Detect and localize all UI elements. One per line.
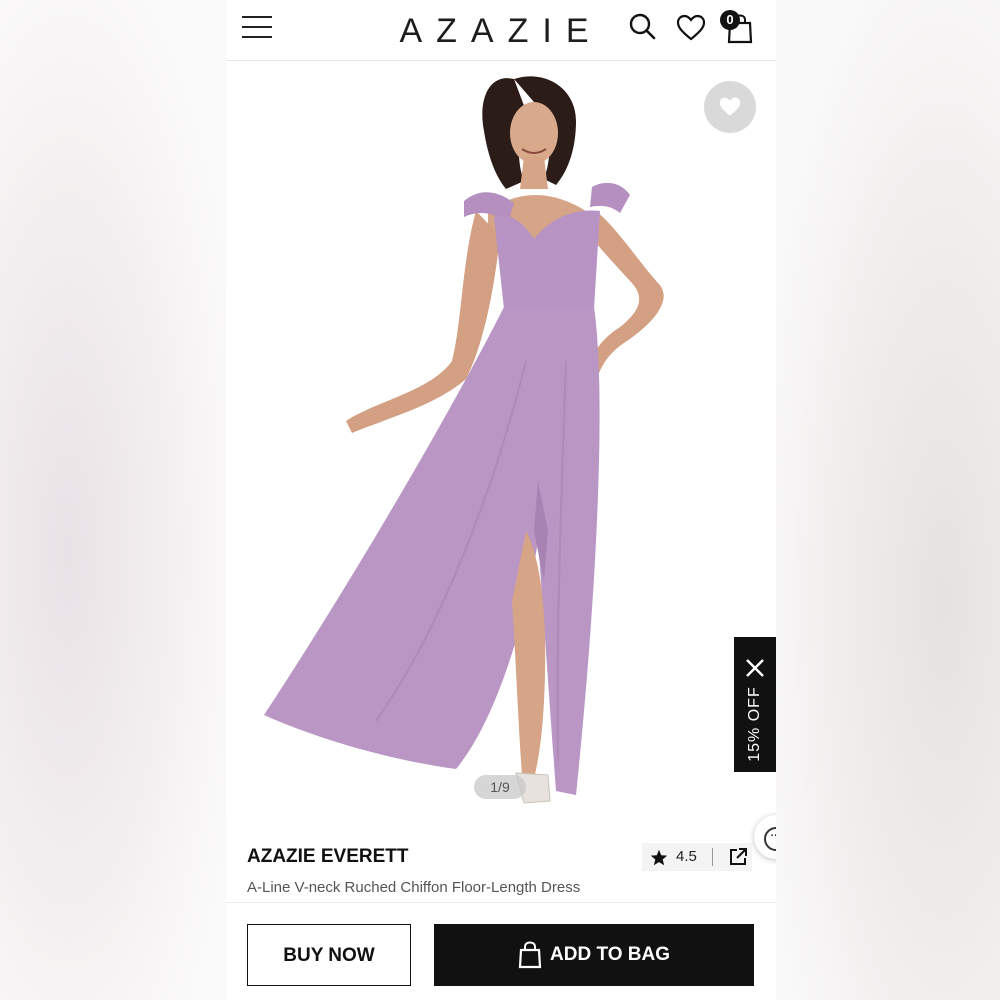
purchase-bar: BUY NOW ADD TO BAG	[226, 902, 776, 1000]
image-counter: 1/9	[474, 775, 526, 799]
hamburger-menu-icon[interactable]	[242, 16, 272, 40]
divider	[712, 848, 713, 866]
add-to-wishlist-button[interactable]	[704, 81, 756, 133]
rating-value[interactable]: 4.5	[676, 848, 697, 865]
promo-tab[interactable]: 15% OFF	[734, 637, 776, 772]
shopping-bag-icon	[518, 941, 542, 969]
product-page: AZAZIE 0 1/9 15% OFF · AZAZIE EVERETT A-…	[226, 0, 776, 1000]
product-description: A-Line V-neck Ruched Chiffon Floor-Lengt…	[247, 879, 581, 896]
bag-count-badge: 0	[720, 10, 740, 30]
chat-button[interactable]: ···	[754, 815, 776, 859]
chat-icon: ···	[764, 827, 776, 851]
promo-label: 15% OFF	[746, 686, 763, 762]
search-icon[interactable]	[628, 12, 658, 47]
heart-icon	[719, 97, 741, 116]
brand-logo[interactable]: AZAZIE	[356, 12, 646, 51]
shopping-bag-icon[interactable]: 0	[720, 10, 754, 49]
add-to-bag-label: ADD TO BAG	[550, 944, 670, 965]
heart-icon[interactable]	[676, 14, 706, 47]
rating-share-bar: 4.5	[642, 843, 752, 871]
star-icon	[650, 849, 668, 871]
background-right	[776, 0, 1000, 1000]
product-image-carousel[interactable]: 1/9	[226, 61, 776, 821]
top-header: AZAZIE 0	[226, 0, 776, 61]
product-name: AZAZIE EVERETT	[247, 846, 409, 867]
share-icon[interactable]	[728, 847, 748, 872]
background-left	[0, 0, 226, 1000]
product-photo	[264, 76, 664, 804]
buy-now-button[interactable]: BUY NOW	[247, 924, 411, 986]
add-to-bag-button[interactable]: ADD TO BAG	[434, 924, 754, 986]
